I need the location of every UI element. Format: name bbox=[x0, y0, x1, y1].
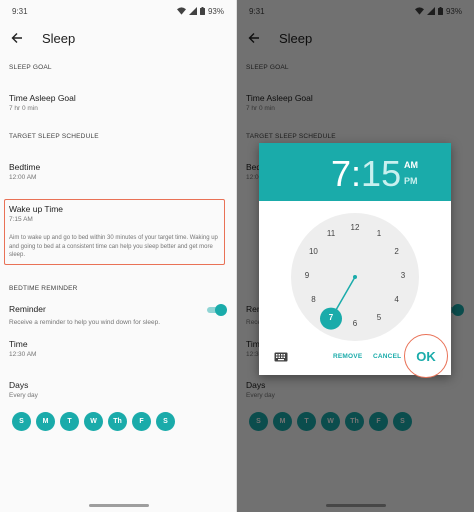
selected-hour[interactable]: 7 bbox=[331, 153, 351, 194]
bedtime-title: Bedtime bbox=[9, 162, 41, 172]
time-asleep-goal-row[interactable]: Time Asleep Goal 7 hr 0 min bbox=[9, 93, 76, 112]
status-bar: 9:31 93% bbox=[0, 0, 236, 22]
battery-icon bbox=[199, 7, 205, 15]
status-time: 9:31 bbox=[12, 6, 28, 16]
clock-number-9[interactable]: 9 bbox=[299, 271, 315, 283]
remove-button[interactable]: REMOVE bbox=[333, 353, 362, 360]
day-chip-tuesday[interactable]: T bbox=[60, 412, 79, 431]
bedtime-value: 12:00 AM bbox=[9, 174, 37, 181]
selected-minute[interactable]: 15 bbox=[361, 153, 401, 194]
ok-label: OK bbox=[416, 348, 436, 364]
wifi-icon bbox=[176, 7, 186, 15]
app-bar: Sleep bbox=[0, 22, 236, 54]
clock-face[interactable]: 12 1 2 3 4 5 6 7 8 9 10 11 bbox=[291, 213, 419, 341]
clock-number-11[interactable]: 11 bbox=[323, 229, 339, 241]
pm-toggle[interactable]: PM bbox=[404, 176, 418, 186]
clock-number-6[interactable]: 6 bbox=[347, 319, 363, 331]
keyboard-icon[interactable] bbox=[274, 352, 288, 362]
left-screen: 9:31 93% Sleep SLEEP GOAL Time Asleep Go… bbox=[0, 0, 237, 512]
time-picker-header: 7:15 AM PM bbox=[259, 143, 451, 201]
clock-number-12[interactable]: 12 bbox=[347, 223, 363, 235]
page-title: Sleep bbox=[42, 30, 76, 46]
reminder-time-value: 12:30 AM bbox=[9, 351, 37, 358]
wake-up-value: 7:15 AM bbox=[9, 216, 33, 223]
reminder-toggle[interactable] bbox=[207, 304, 227, 316]
battery-percent: 93% bbox=[207, 6, 224, 16]
day-chip-monday[interactable]: M bbox=[36, 412, 55, 431]
bedtime-reminder-header: BEDTIME REMINDER bbox=[9, 285, 78, 292]
target-schedule-header: TARGET SLEEP SCHEDULE bbox=[9, 133, 99, 140]
reminder-time-row[interactable]: Time 12:30 AM bbox=[9, 339, 36, 358]
signal-icon bbox=[188, 7, 197, 15]
time-asleep-goal-title: Time Asleep Goal bbox=[9, 93, 76, 103]
am-toggle[interactable]: AM bbox=[404, 160, 418, 170]
nav-bar bbox=[0, 498, 236, 512]
home-pill[interactable] bbox=[88, 503, 149, 507]
selected-time: 7:15 bbox=[331, 153, 401, 195]
cancel-button[interactable]: CANCEL bbox=[373, 353, 401, 360]
bedtime-row[interactable]: Bedtime 12:00 AM bbox=[9, 162, 40, 181]
wake-up-description: Aim to wake up and go to bed within 30 m… bbox=[9, 235, 218, 258]
reminder-row[interactable]: Reminder Receive a reminder to help you … bbox=[9, 304, 160, 326]
days-title: Days bbox=[9, 380, 29, 390]
day-chips: S M T W Th F S bbox=[12, 412, 175, 431]
days-value: Every day bbox=[9, 392, 38, 399]
wake-up-title: Wake up Time bbox=[9, 204, 64, 214]
reminder-description: Receive a reminder to help you wind down… bbox=[9, 319, 161, 326]
ok-button[interactable]: OK bbox=[404, 334, 448, 378]
clock-number-4[interactable]: 4 bbox=[389, 295, 405, 307]
clock-number-5[interactable]: 5 bbox=[371, 313, 387, 325]
sleep-goal-header: SLEEP GOAL bbox=[9, 64, 52, 71]
day-chip-thursday[interactable]: Th bbox=[108, 412, 127, 431]
clock-center-dot bbox=[353, 275, 357, 279]
clock-number-7[interactable]: 7 bbox=[323, 313, 339, 325]
back-arrow-icon[interactable] bbox=[10, 31, 24, 45]
time-asleep-goal-value: 7 hr 0 min bbox=[9, 105, 38, 112]
reminder-time-title: Time bbox=[9, 339, 28, 349]
wake-up-row[interactable]: Wake up Time 7:15 AM Aim to wake up and … bbox=[9, 204, 219, 260]
toggle-thumb bbox=[215, 304, 227, 316]
clock-number-2[interactable]: 2 bbox=[389, 247, 405, 259]
day-chip-friday[interactable]: F bbox=[132, 412, 151, 431]
clock-number-8[interactable]: 8 bbox=[305, 295, 321, 307]
day-chip-saturday[interactable]: S bbox=[156, 412, 175, 431]
day-chip-wednesday[interactable]: W bbox=[84, 412, 103, 431]
clock-number-10[interactable]: 10 bbox=[305, 247, 321, 259]
clock-number-1[interactable]: 1 bbox=[371, 229, 387, 241]
day-chip-sunday[interactable]: S bbox=[12, 412, 31, 431]
clock-number-3[interactable]: 3 bbox=[395, 271, 411, 283]
reminder-title: Reminder bbox=[9, 304, 46, 314]
days-row[interactable]: Days Every day bbox=[9, 380, 38, 399]
time-separator: : bbox=[351, 153, 362, 194]
